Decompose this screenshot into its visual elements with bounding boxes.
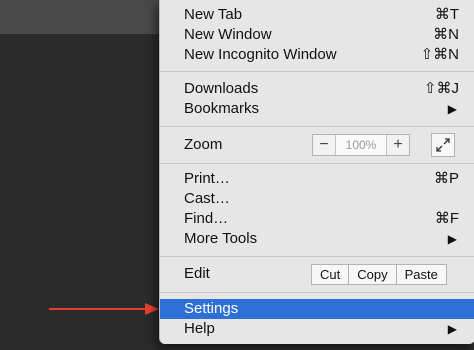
menu-item-zoom: Zoom: [184, 136, 223, 153]
submenu-arrow-icon: ▶: [447, 322, 457, 336]
shortcut-find: ⌘F: [434, 210, 459, 227]
zoom-control: − 100% +: [312, 134, 410, 156]
menu-separator: [160, 126, 474, 127]
menu-separator: [160, 163, 474, 164]
menu-item-downloads[interactable]: Downloads: [184, 79, 258, 99]
menu-item-print[interactable]: Print…: [184, 169, 230, 189]
menu-item-help[interactable]: Help: [184, 319, 215, 339]
copy-button[interactable]: Copy: [348, 264, 397, 285]
menu-separator: [160, 71, 474, 72]
shortcut-new-incognito: ⇧⌘N: [420, 46, 459, 63]
submenu-arrow-icon: ▶: [447, 102, 457, 116]
menu-item-cast[interactable]: Cast…: [184, 189, 230, 209]
menu-item-more-tools[interactable]: More Tools: [184, 229, 257, 249]
zoom-out-button[interactable]: −: [313, 135, 335, 155]
menu-item-bookmarks[interactable]: Bookmarks: [184, 99, 259, 119]
menu-item-new-window[interactable]: New Window: [184, 25, 272, 45]
menu-item-settings[interactable]: Settings: [184, 299, 238, 319]
shortcut-new-tab: ⌘T: [434, 6, 459, 23]
zoom-level: 100%: [335, 135, 387, 155]
chrome-menu: New Tab ⌘T New Window ⌘N New Incognito W…: [159, 0, 474, 344]
edit-button-group: Cut Copy Paste: [311, 264, 447, 285]
menu-item-edit: Edit: [184, 265, 210, 282]
shortcut-downloads: ⇧⌘J: [423, 80, 459, 97]
shortcut-print: ⌘P: [433, 170, 459, 187]
paste-button[interactable]: Paste: [395, 264, 447, 285]
menu-separator: [160, 292, 474, 293]
zoom-in-button[interactable]: +: [387, 135, 409, 155]
fullscreen-button[interactable]: [431, 133, 455, 157]
pointer-arrow-icon: [49, 303, 159, 315]
menu-item-new-tab[interactable]: New Tab: [184, 5, 242, 25]
menu-separator: [160, 256, 474, 257]
cut-button[interactable]: Cut: [311, 264, 350, 285]
shortcut-new-window: ⌘N: [433, 26, 459, 43]
menu-item-new-incognito-window[interactable]: New Incognito Window: [184, 45, 337, 65]
submenu-arrow-icon: ▶: [447, 232, 457, 246]
fullscreen-icon: [436, 138, 450, 152]
menu-item-find[interactable]: Find…: [184, 209, 228, 229]
